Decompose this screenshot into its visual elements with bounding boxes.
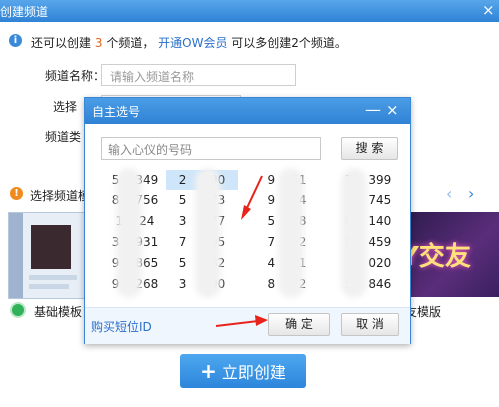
annotation-arrow-to-number bbox=[241, 175, 263, 220]
annotation-arrow-to-confirm bbox=[215, 315, 268, 327]
annotation-arrows bbox=[215, 175, 268, 327]
